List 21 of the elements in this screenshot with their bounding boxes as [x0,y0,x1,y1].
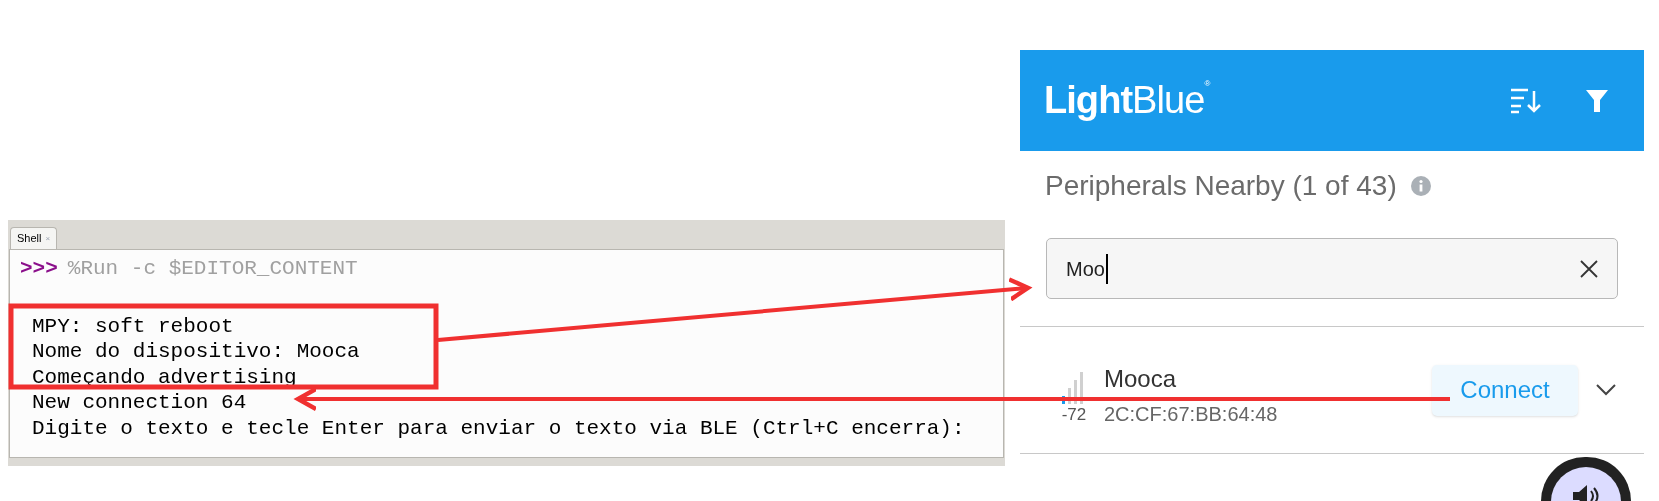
search-value: Moo [1066,253,1108,284]
speaker-icon [1573,485,1599,501]
app-logo: LightBlue® [1044,78,1210,123]
sort-icon[interactable] [1510,87,1542,114]
device-name: Mooca [1104,365,1178,393]
close-icon[interactable] [1580,259,1598,278]
rssi-value: -72 [1061,405,1087,423]
shell-tab[interactable]: Shell × [10,227,58,249]
section-title: Peripherals Nearby (1 of 43) [1045,169,1397,203]
shell-command: %Run -c $EDITOR_CONTENT [67,256,358,282]
shell-output-line: Nome do dispositivo: Mooca [32,339,360,365]
shell-output-line: Começando advertising [32,364,297,390]
tab-label: Shell [17,231,42,247]
shell-prompt: >>> [20,256,58,282]
filter-icon[interactable] [1586,88,1608,113]
search-field[interactable]: Moo [1046,238,1618,299]
shell-output-line: New connection 64 [32,390,247,416]
chevron-down-icon[interactable] [1596,384,1616,396]
device-address: 2C:CF:67:BB:64:48 [1104,403,1278,425]
shell-output-line: MPY: soft reboot [32,313,234,339]
shell-output-line: Digite o texto e tecle Enter para enviar o texto via BLE (Ctrl+C encerra): [32,415,965,441]
